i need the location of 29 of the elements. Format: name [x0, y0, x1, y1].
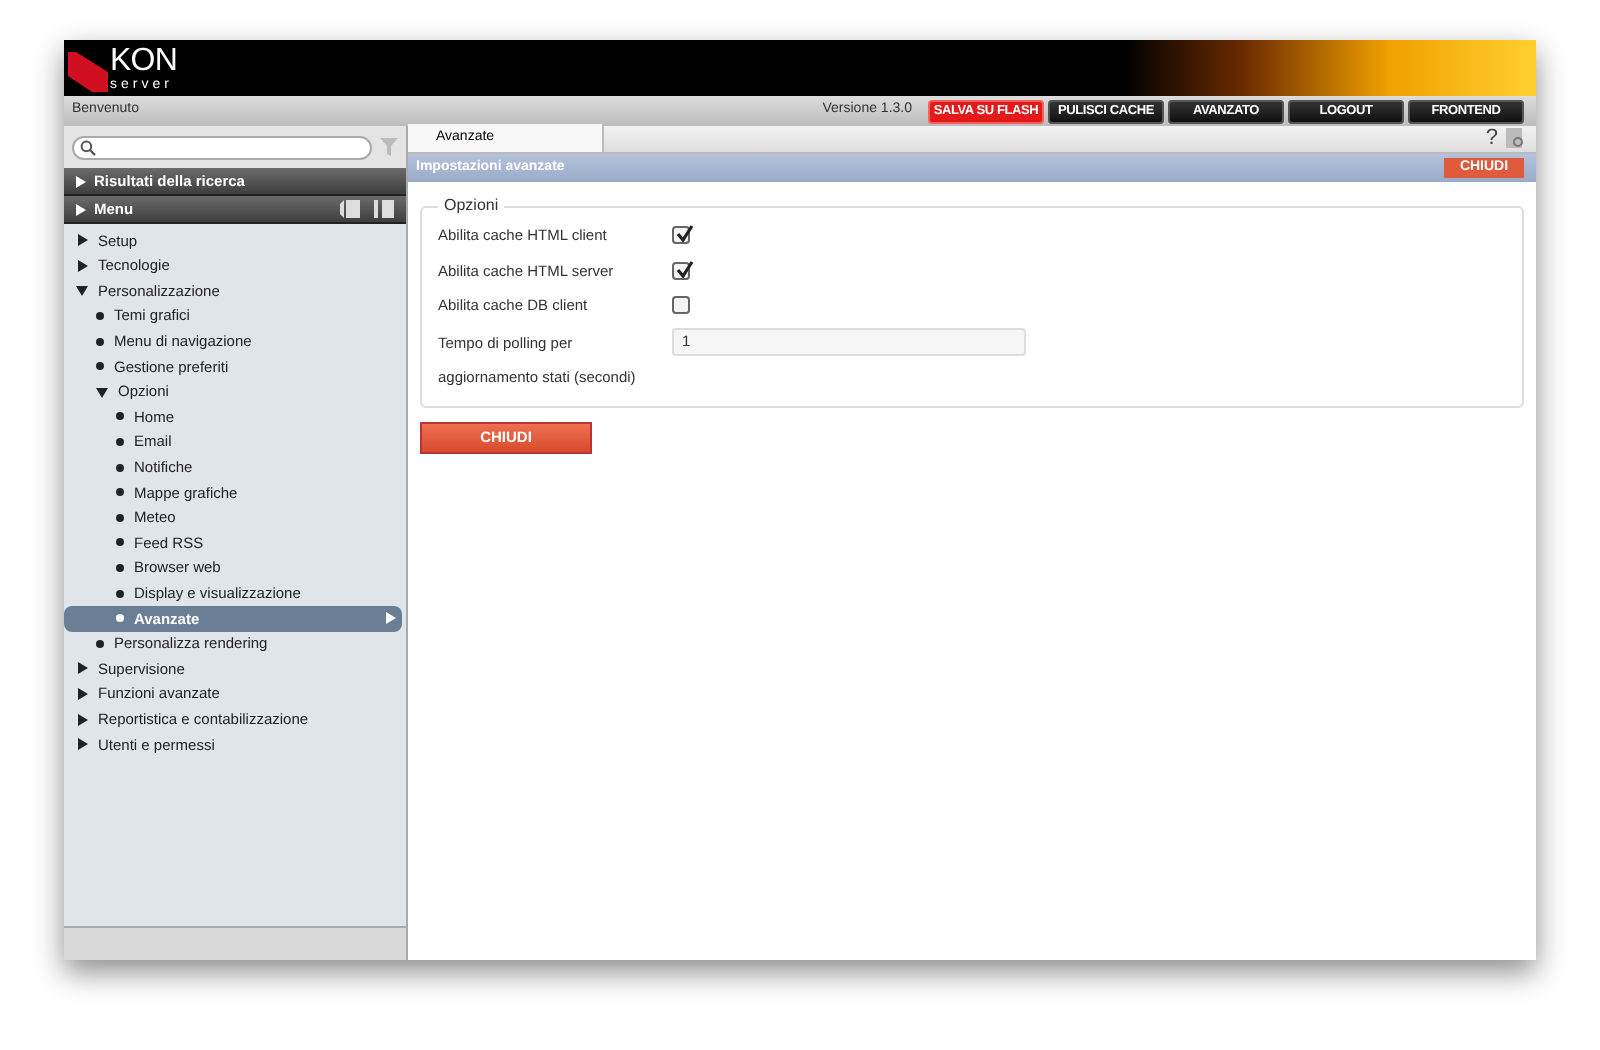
bullet-icon [116, 412, 124, 421]
bullet-icon [116, 614, 124, 623]
bullet-icon [96, 337, 104, 346]
expanded-triangle-icon[interactable] [96, 385, 108, 398]
expand-all-icon[interactable] [340, 200, 360, 218]
bullet-icon [116, 438, 124, 447]
bullet-icon [116, 463, 124, 472]
bullet-icon [96, 312, 104, 321]
bullet-icon [116, 564, 124, 573]
group-legend: Opzioni [438, 194, 505, 218]
bullet-icon [96, 362, 104, 371]
expanded-triangle-icon[interactable] [76, 284, 88, 297]
checkbox[interactable] [672, 296, 690, 315]
bullet-icon [116, 488, 124, 497]
search-field[interactable] [72, 135, 372, 159]
collapse-all-icon[interactable] [374, 200, 394, 218]
document-search-icon[interactable] [1506, 128, 1524, 150]
bullet-icon [116, 513, 124, 522]
logo-wordmark: KON [110, 45, 177, 77]
collapsed-triangle-icon[interactable] [76, 175, 86, 187]
search-icon [80, 139, 96, 155]
checkbox[interactable] [672, 226, 690, 245]
collapsed-triangle-icon[interactable] [76, 203, 86, 215]
bullet-icon [116, 589, 124, 598]
help-icon[interactable]: ? [1485, 128, 1498, 150]
arrow-icon [386, 612, 396, 625]
checkbox[interactable] [672, 261, 690, 280]
bullet-icon [96, 639, 104, 648]
bullet-icon [116, 538, 124, 547]
